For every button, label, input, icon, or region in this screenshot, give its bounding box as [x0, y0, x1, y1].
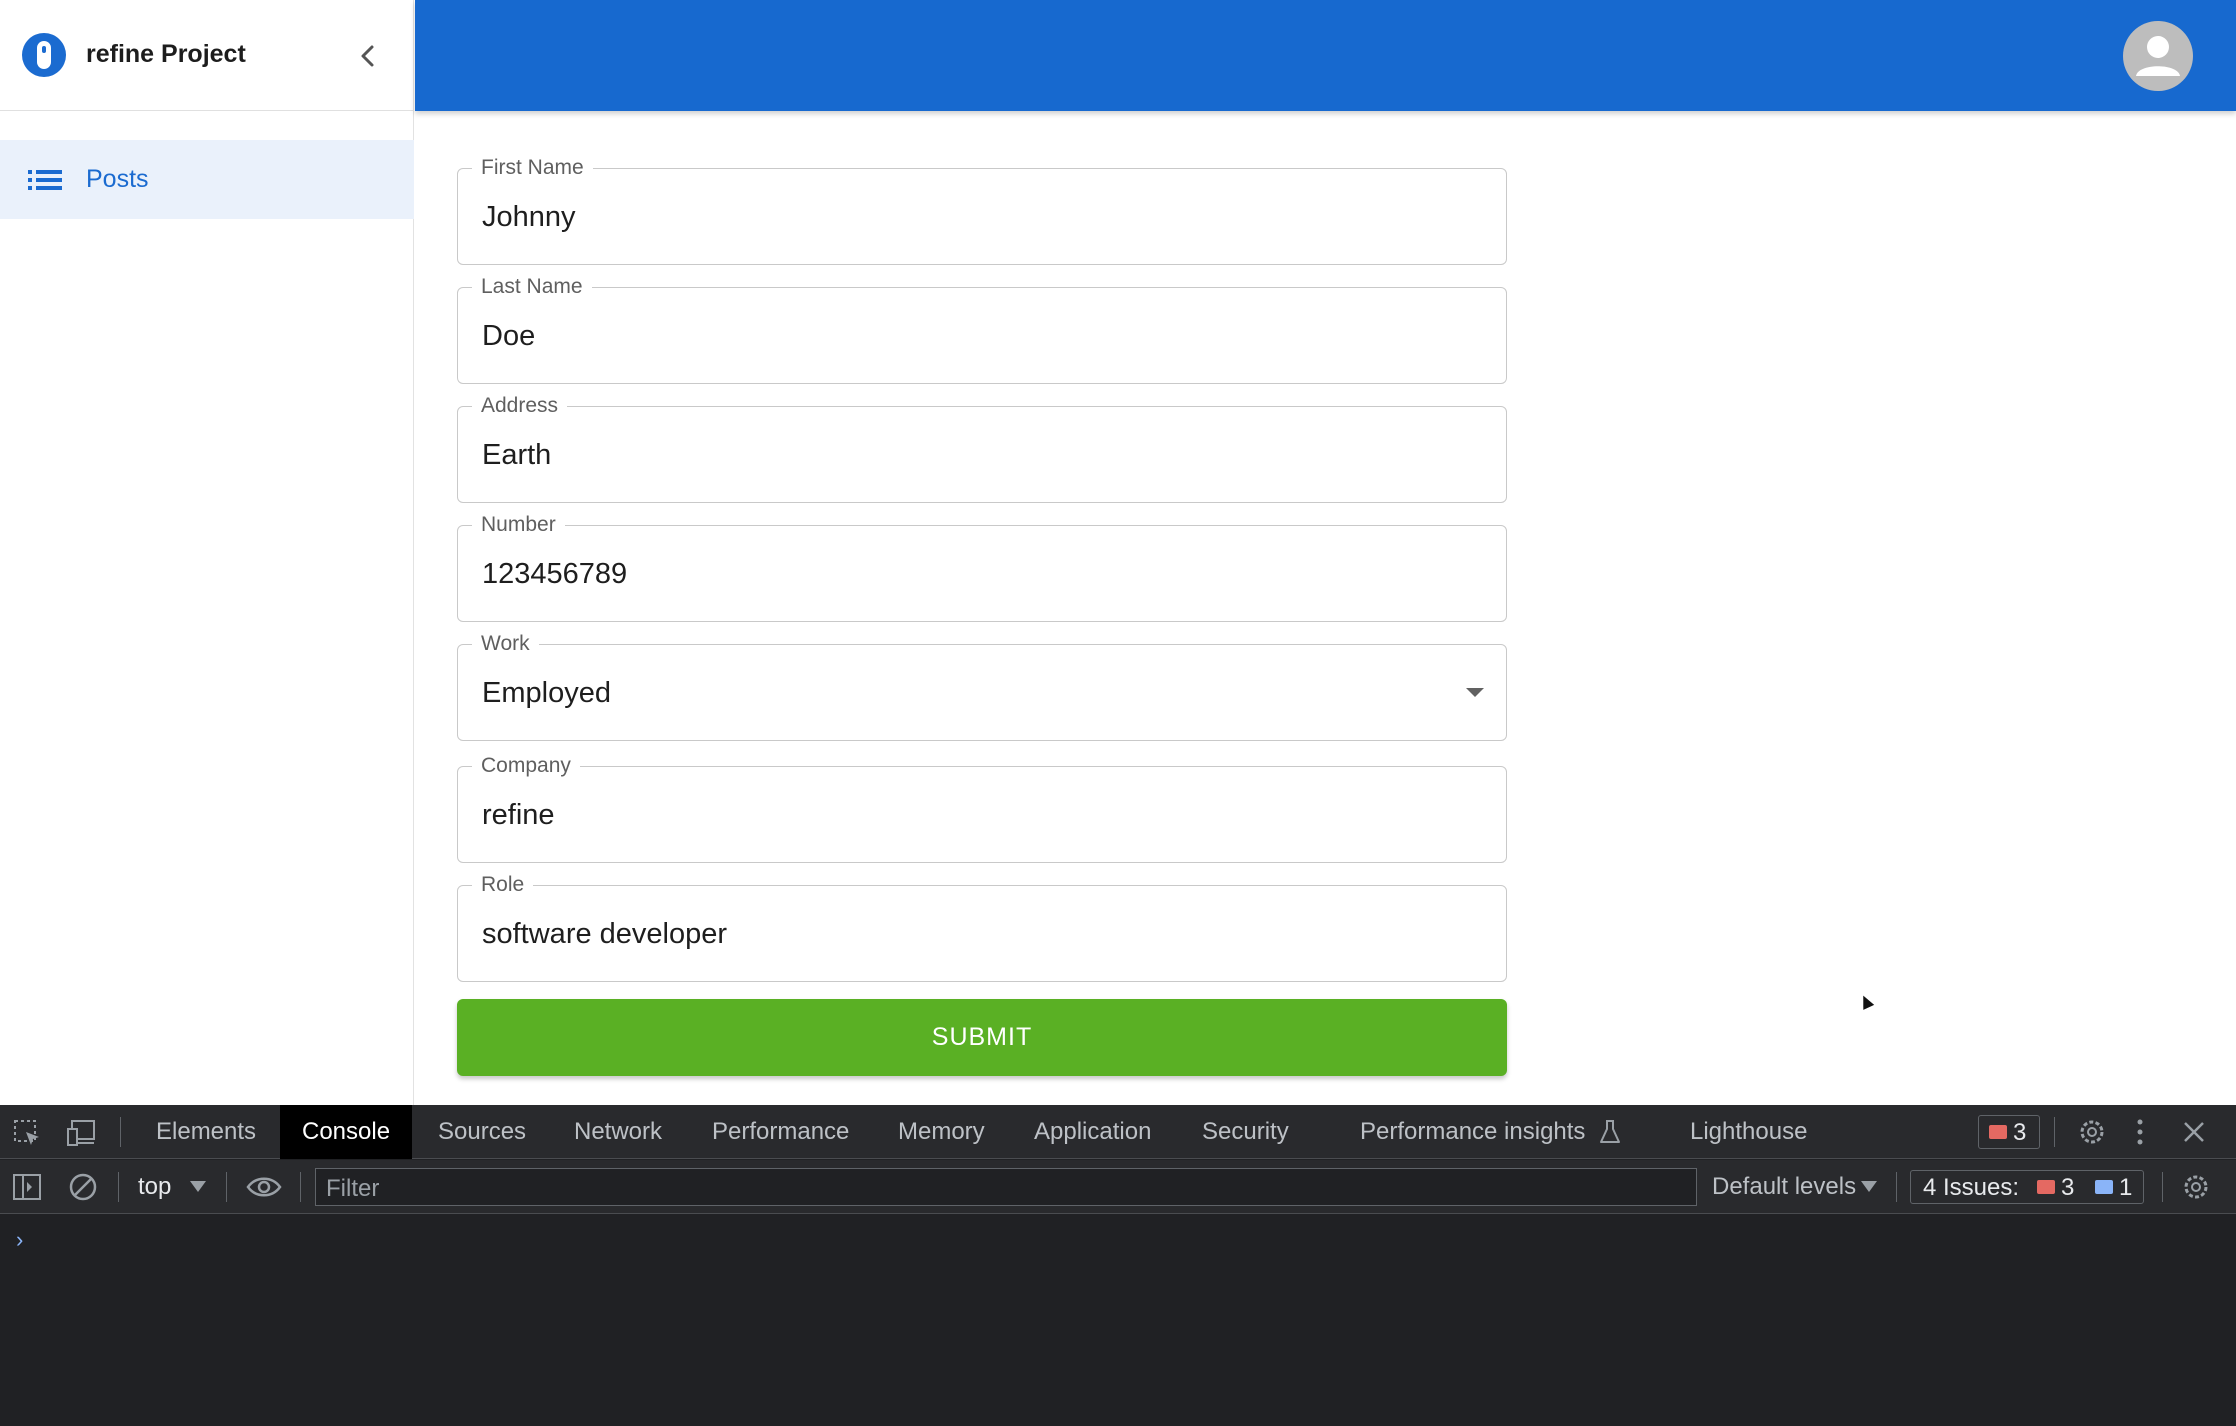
- user-avatar[interactable]: [2123, 21, 2193, 91]
- address-field[interactable]: Address Earth: [457, 394, 1507, 503]
- issues-badge[interactable]: 4 Issues: 3 1: [1910, 1170, 2144, 1204]
- inspect-element-icon[interactable]: [12, 1118, 42, 1148]
- clear-console-icon[interactable]: [68, 1172, 98, 1202]
- console-settings-gear-icon[interactable]: [2180, 1171, 2212, 1203]
- console-filter-input[interactable]: Filter: [315, 1168, 1697, 1206]
- sidebar-item-posts[interactable]: Posts: [0, 140, 414, 219]
- sidebar-item-label: Posts: [86, 165, 149, 193]
- sidebar-header: refine Project: [0, 0, 414, 111]
- field-value: Earth: [482, 439, 552, 471]
- tab-memory[interactable]: Memory: [898, 1105, 985, 1159]
- issues-error-count: 3: [2061, 1174, 2075, 1201]
- field-value: refine: [482, 799, 555, 831]
- submit-button[interactable]: SUBMIT: [457, 999, 1507, 1076]
- divider: [1896, 1172, 1897, 1202]
- dropdown-arrow-icon[interactable]: [1466, 688, 1484, 697]
- field-value: Johnny: [482, 201, 576, 233]
- divider: [120, 1117, 121, 1147]
- experiment-flask-icon: [1600, 1120, 1620, 1143]
- collapse-sidebar-button[interactable]: [352, 40, 384, 72]
- tab-elements[interactable]: Elements: [156, 1105, 256, 1159]
- field-label: Number: [472, 513, 565, 537]
- error-count-badge[interactable]: 3: [1978, 1115, 2040, 1149]
- dropdown-arrow-icon[interactable]: [190, 1181, 206, 1193]
- tab-lighthouse[interactable]: Lighthouse: [1690, 1105, 1807, 1159]
- info-message-icon: [2095, 1180, 2113, 1194]
- divider: [2162, 1172, 2163, 1202]
- field-value: software developer: [482, 918, 728, 950]
- field-value: Employed: [482, 677, 611, 709]
- error-count: 3: [2013, 1119, 2027, 1146]
- app-window: refine Project Posts First Name Johnny L…: [0, 0, 2236, 1105]
- company-field[interactable]: Company refine: [457, 754, 1507, 863]
- live-expression-eye-icon[interactable]: [246, 1174, 282, 1200]
- log-levels-dropdown[interactable]: Default levels: [1712, 1173, 1856, 1201]
- list-icon: [28, 165, 62, 195]
- sidebar-toggle-icon[interactable]: [12, 1173, 42, 1201]
- issues-label: 4 Issues:: [1923, 1174, 2020, 1201]
- error-icon: [2037, 1180, 2055, 1194]
- console-toolbar: top Filter Default levels 4 Issues: 3 1: [0, 1160, 2236, 1214]
- settings-gear-icon[interactable]: [2076, 1116, 2108, 1148]
- first-name-field[interactable]: First Name Johnny: [457, 156, 1507, 265]
- chevron-left-icon: [361, 45, 374, 67]
- sidebar: refine Project Posts: [0, 0, 414, 1105]
- filter-placeholder: Filter: [326, 1175, 380, 1202]
- field-label: Last Name: [472, 275, 592, 299]
- divider: [300, 1172, 301, 1202]
- top-app-bar: [415, 0, 2236, 111]
- field-label: Company: [472, 754, 580, 778]
- role-field[interactable]: Role software developer: [457, 873, 1507, 982]
- number-field[interactable]: Number 123456789: [457, 513, 1507, 622]
- divider: [118, 1172, 119, 1202]
- mouse-cursor-icon: [1857, 993, 1875, 1010]
- close-icon[interactable]: [2182, 1120, 2206, 1144]
- field-label: Work: [472, 632, 539, 656]
- tab-performance[interactable]: Performance: [712, 1105, 849, 1159]
- tab-security[interactable]: Security: [1202, 1105, 1289, 1159]
- last-name-field[interactable]: Last Name Doe: [457, 275, 1507, 384]
- device-toolbar-icon[interactable]: [66, 1118, 98, 1148]
- field-value: 123456789: [482, 558, 628, 590]
- refine-logo-icon: [22, 33, 66, 77]
- work-select[interactable]: Work Employed: [457, 632, 1507, 741]
- tab-performance-insights[interactable]: Performance insights: [1360, 1105, 1585, 1159]
- dropdown-arrow-icon[interactable]: [1861, 1181, 1877, 1193]
- error-icon: [1989, 1125, 2007, 1139]
- field-value: Doe: [482, 320, 536, 352]
- field-label: Address: [472, 394, 568, 418]
- tab-sources[interactable]: Sources: [438, 1105, 526, 1159]
- field-label: First Name: [472, 156, 593, 180]
- devtools-tab-bar: Elements Console Sources Network Perform…: [0, 1105, 2236, 1159]
- devtools-panel: Elements Console Sources Network Perform…: [0, 1105, 2236, 1426]
- divider: [2054, 1117, 2055, 1147]
- field-label: Role: [472, 873, 534, 897]
- context-selector[interactable]: top: [138, 1173, 171, 1201]
- divider: [226, 1172, 227, 1202]
- tab-console[interactable]: Console: [280, 1105, 413, 1159]
- console-prompt-icon[interactable]: ›: [16, 1227, 23, 1253]
- tab-application[interactable]: Application: [1034, 1105, 1151, 1159]
- user-icon: [2136, 36, 2180, 76]
- issues-info-count: 1: [2119, 1174, 2133, 1201]
- tab-network[interactable]: Network: [574, 1105, 662, 1159]
- more-options-icon[interactable]: [2134, 1117, 2146, 1147]
- app-title: refine Project: [86, 40, 246, 68]
